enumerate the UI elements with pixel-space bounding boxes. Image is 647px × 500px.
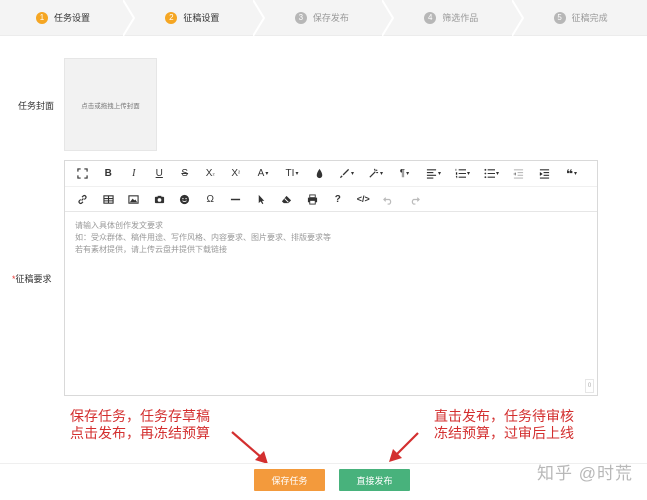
character-counter: 0 [585,379,594,393]
chevron-separator-icon [382,0,395,36]
rich-text-editor: B I U S X₂ X² A ▾ TI ▾ ▾ ▾ ¶ ▾ ▾ ▾ ▾ ❝ ▾ Ω [64,160,598,396]
editor-content-area[interactable]: 请输入具体创作发文要求 如：受众群体、稿件用途、写作风格、内容要求、图片要求、排… [65,212,597,264]
cover-upload-area[interactable]: 点击或拖拽上传封面 [64,58,157,151]
brush-icon[interactable]: ▾ [361,164,390,184]
annotation-right: 直击发布，任务待审核 冻结预算，过审后上线 [434,408,574,442]
step-select-works[interactable]: 4 筛选作品 [388,0,524,36]
ordered-list-icon[interactable]: ▾ [448,164,477,184]
toolbar-row: B I U S X₂ X² A ▾ TI ▾ ▾ ▾ ¶ ▾ ▾ ▾ ▾ ❝ ▾ [65,161,597,186]
align-icon[interactable]: ▾ [419,164,448,184]
text-color-icon[interactable] [307,164,333,184]
bold-icon[interactable]: B [96,164,122,184]
code-view-icon[interactable]: </> [351,189,377,209]
step-number: 4 [424,11,437,24]
chevron-separator-icon [123,0,136,36]
select-icon[interactable] [249,189,275,209]
arrow-to-publish-icon [389,432,419,462]
clear-format-icon[interactable] [274,189,300,209]
chevron-separator-icon [252,0,265,36]
background-color-icon[interactable]: ▾ [332,164,361,184]
step-label: 征稿设置 [183,13,220,23]
underline-icon[interactable]: U [147,164,173,184]
placeholder-line: 请输入具体创作发文要求 [75,221,163,230]
emoji-icon[interactable] [172,189,198,209]
italic-icon[interactable]: I [121,164,147,184]
step-task-settings[interactable]: 1 任务设置 [0,0,136,36]
requirements-label-text: 征稿要求 [15,274,52,284]
print-icon[interactable] [300,189,326,209]
link-icon[interactable] [70,189,96,209]
direct-publish-button[interactable]: 直接发布 [339,469,410,491]
step-label: 保存发布 [312,13,349,23]
step-number: 3 [294,11,307,24]
step-progress-bar: 1 任务设置 2 征稿设置 3 保存发布 4 筛选作品 5 征稿完成 [0,0,647,36]
paragraph-icon[interactable]: ¶ ▾ [390,164,419,184]
superscript-icon[interactable]: X² [223,164,249,184]
step-number: 1 [36,11,48,24]
annotation-line: 点击发布，再冻结预算 [70,425,210,441]
annotation-line: 直击发布，任务待审核 [434,408,574,424]
step-number: 5 [553,11,566,24]
quote-icon[interactable]: ❝ ▾ [557,164,586,184]
camera-icon[interactable] [147,189,173,209]
unordered-list-icon[interactable]: ▾ [477,164,506,184]
indent-icon[interactable] [532,164,558,184]
outdent-icon[interactable] [506,164,532,184]
placeholder-line: 若有素材提供，请上传云盘并提供下载链接 [75,245,227,254]
annotation-left: 保存任务，任务存草稿 点击发布，再冻结预算 [70,408,210,442]
special-char-icon[interactable]: Ω [198,189,224,209]
help-icon[interactable]: ? [325,189,351,209]
save-task-button[interactable]: 保存任务 [254,469,325,491]
toolbar-row: Ω ? </> [65,186,597,211]
step-label: 征稿完成 [571,13,608,23]
annotation-line: 冻结预算，过审后上线 [434,425,574,441]
cover-label: 任务封面 [18,101,55,111]
requirements-label: *征稿要求 [12,272,52,285]
font-size-icon[interactable]: A ▾ [249,164,278,184]
step-label: 任务设置 [54,13,91,23]
cover-upload-hint: 点击或拖拽上传封面 [81,102,140,110]
chevron-separator-icon [511,0,524,36]
text-height-icon[interactable]: TI ▾ [278,164,307,184]
subscript-icon[interactable]: X₂ [198,164,224,184]
editor-toolbar: B I U S X₂ X² A ▾ TI ▾ ▾ ▾ ¶ ▾ ▾ ▾ ▾ ❝ ▾ Ω [65,161,597,212]
step-submission-complete[interactable]: 5 征稿完成 [518,0,647,35]
step-number: 2 [165,11,178,24]
placeholder-line: 如：受众群体、稿件用途、写作风格、内容要求、图片要求、排版要求等 [75,233,331,242]
watermark: 知乎 @时荒 [537,464,633,483]
step-save-publish[interactable]: 3 保存发布 [259,0,395,36]
fullscreen-icon[interactable] [70,164,96,184]
strikethrough-icon[interactable]: S [172,164,198,184]
step-submission-settings[interactable]: 2 征稿设置 [129,0,265,36]
table-icon[interactable] [96,189,122,209]
step-label: 筛选作品 [442,13,479,23]
horizontal-line-icon[interactable] [223,189,249,209]
annotation-line: 保存任务，任务存草稿 [70,408,210,424]
undo-icon[interactable] [376,189,402,209]
image-icon[interactable] [121,189,147,209]
arrow-to-save-icon [231,431,268,464]
redo-icon[interactable] [402,189,428,209]
